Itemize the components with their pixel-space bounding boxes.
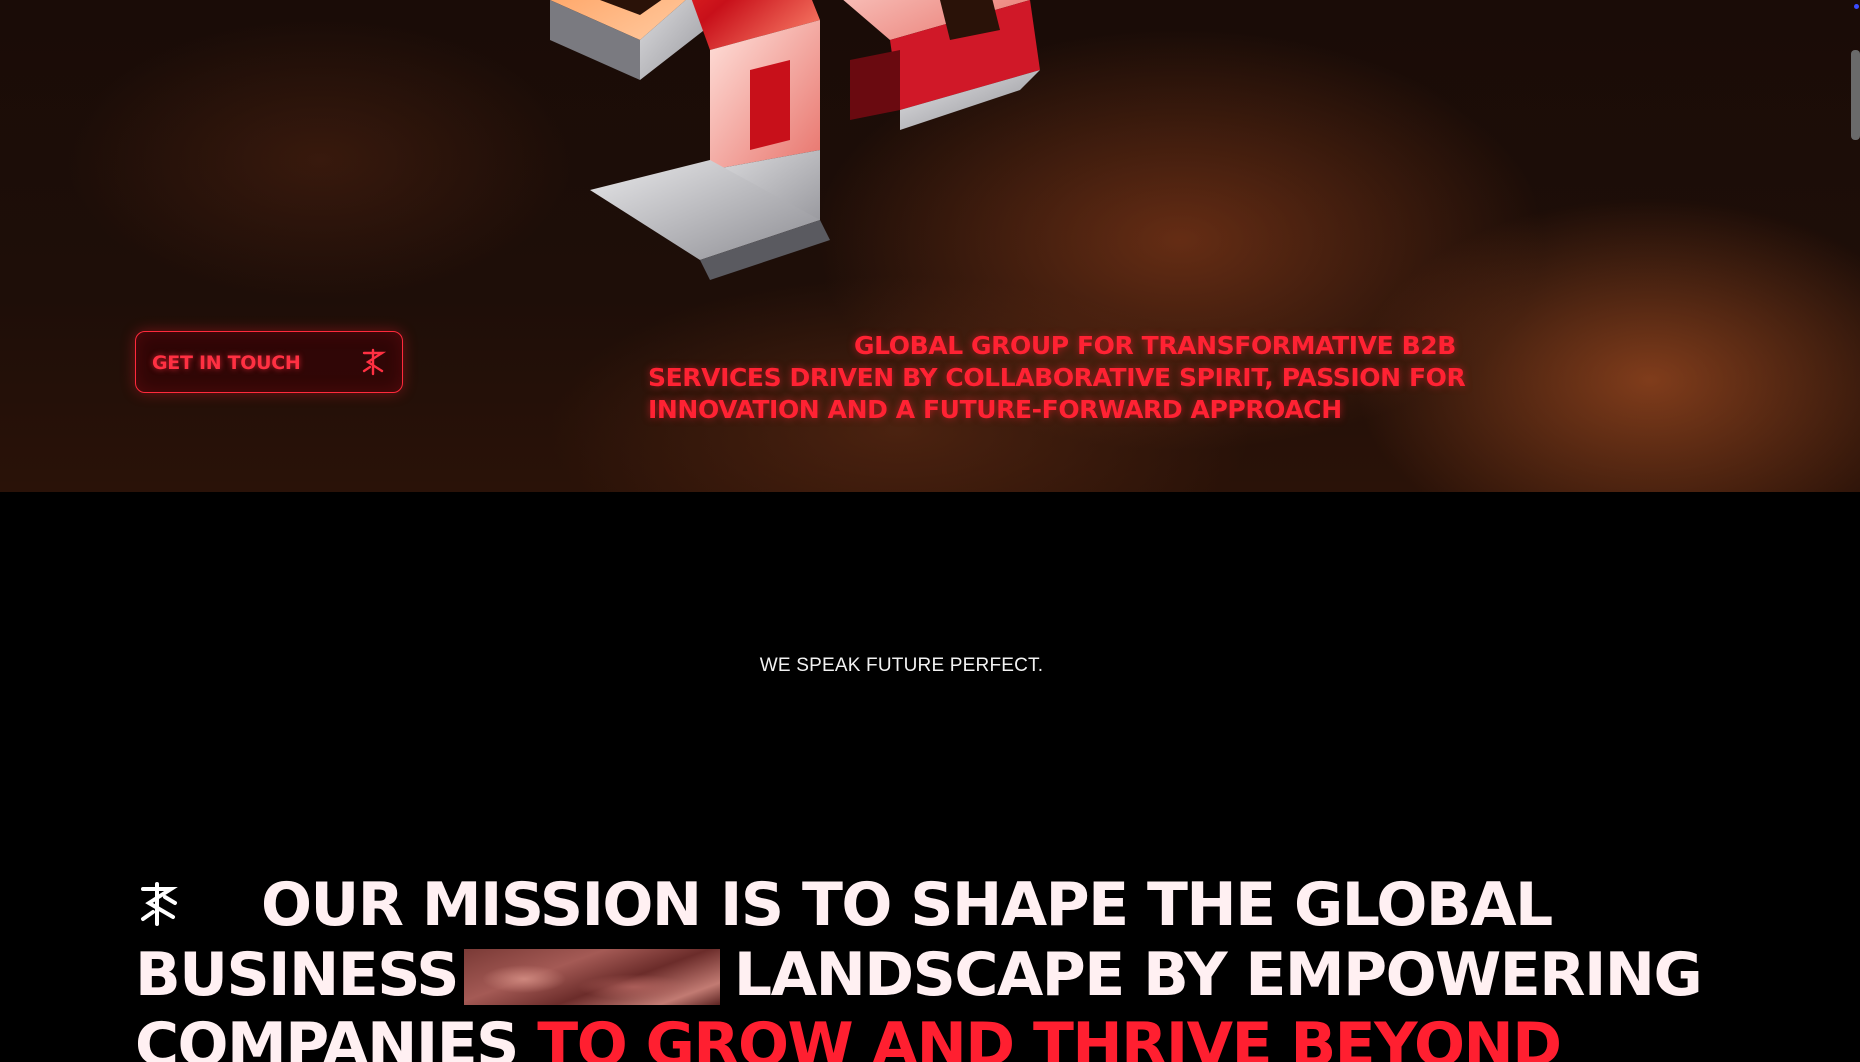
hero-3d-graphic <box>550 0 1040 280</box>
mission-line-2-before: BUSINESS <box>135 940 459 1010</box>
mission-inline-image <box>463 949 720 1005</box>
mission-line-2: BUSINESS LANDSCAPE BY EMPOWERING <box>135 940 1735 1010</box>
mission-line-3: COMPANIES TO GROW AND THRIVE BEYOND <box>135 1010 1735 1062</box>
get-in-touch-button[interactable]: GET IN TOUCH <box>135 331 403 393</box>
mission-line-2-after: LANDSCAPE BY EMPOWERING <box>733 940 1703 1010</box>
statement-text: WE SPEAK FUTURE PERFECT. <box>759 655 1044 676</box>
brand-mark-icon <box>141 882 178 926</box>
mission-line-1-text: OUR MISSION IS TO SHAPE THE GLOBAL <box>261 870 1553 940</box>
scrollbar-thumb[interactable] <box>1851 50 1860 140</box>
brand-mark-icon <box>362 348 387 376</box>
page: GET IN TOUCH GLOBAL GROUP FOR TRANSFORMA… <box>0 0 1860 1062</box>
hero-tagline: GLOBAL GROUP FOR TRANSFORMATIVE B2B SERV… <box>648 331 1466 424</box>
get-in-touch-label: GET IN TOUCH <box>152 352 301 374</box>
mission-line-1: OUR MISSION IS TO SHAPE THE GLOBAL <box>135 870 1735 940</box>
mission-line-3-white: COMPANIES <box>135 1010 519 1062</box>
mission-heading: OUR MISSION IS TO SHAPE THE GLOBAL BUSIN… <box>135 870 1735 1062</box>
scroll-indicator-dot <box>1854 4 1859 9</box>
hero-section: GET IN TOUCH GLOBAL GROUP FOR TRANSFORMA… <box>0 0 1860 492</box>
mission-line-3-accent: TO GROW AND THRIVE BEYOND <box>537 1010 1562 1062</box>
